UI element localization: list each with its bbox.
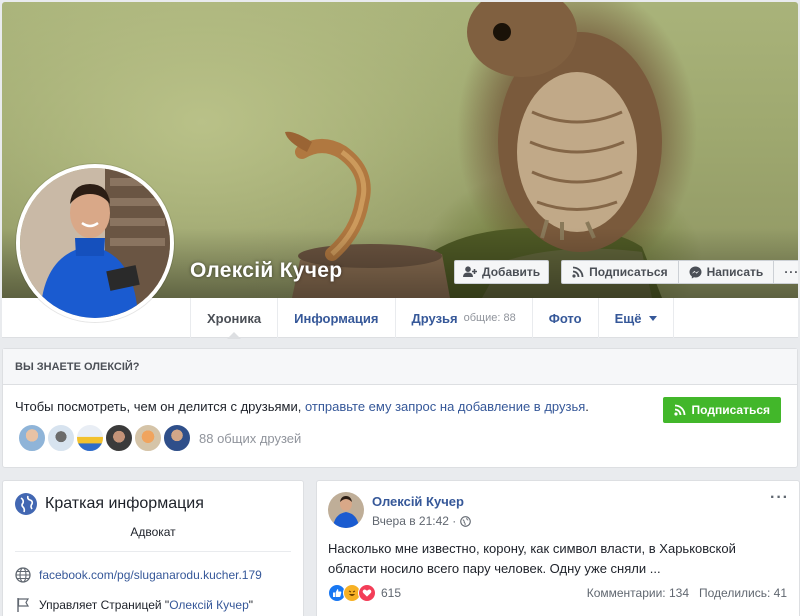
tab-timeline[interactable]: Хроника bbox=[191, 298, 279, 339]
mutual-friend-avatar[interactable] bbox=[17, 423, 47, 453]
tab-about-label: Информация bbox=[294, 310, 379, 326]
mutual-friend-avatar[interactable] bbox=[133, 423, 163, 453]
globe-icon bbox=[15, 493, 37, 515]
add-friend-button[interactable]: Добавить bbox=[454, 260, 550, 284]
follow-green-label: Подписаться bbox=[691, 403, 770, 417]
rss-icon bbox=[673, 404, 685, 416]
post-avatar-image bbox=[328, 492, 364, 528]
cover-actions: Добавить Подписаться Написать ··· bbox=[454, 260, 798, 284]
intro-manages-row: Управляет Страницей "Олексій Кучер" bbox=[15, 597, 253, 613]
intro-managed-page-link[interactable]: Олексій Кучер bbox=[169, 598, 249, 612]
tab-photos-label: Фото bbox=[548, 310, 582, 326]
more-options-label: ··· bbox=[784, 265, 798, 279]
do-you-know-text-prefix: Чтобы посмотреть, чем он делится с друзь… bbox=[15, 399, 302, 414]
post-card: Олексій Кучер Вчера в 21:42 · ··· Наскол… bbox=[316, 480, 800, 616]
tab-friends-count: общие: 88 bbox=[463, 312, 516, 324]
do-you-know-text-suffix: . bbox=[585, 399, 589, 414]
intro-manages-prefix: Управляет Страницей " bbox=[39, 598, 170, 612]
tab-about[interactable]: Информация bbox=[278, 298, 396, 338]
intro-divider bbox=[15, 551, 291, 552]
rss-icon bbox=[572, 266, 584, 278]
tab-timeline-label: Хроника bbox=[207, 310, 262, 326]
cover-button-group: Подписаться Написать ··· bbox=[561, 260, 798, 284]
profile-name[interactable]: Олексій Кучер bbox=[190, 259, 342, 283]
intro-header: Краткая информация bbox=[15, 493, 204, 515]
tab-more[interactable]: Ещё bbox=[599, 298, 675, 338]
post-stats-row: 615 Комментарии: 134 Поделились: 41 bbox=[328, 584, 787, 602]
mutual-friend-avatar[interactable] bbox=[162, 423, 192, 453]
profile-tabs: Хроника Информация Друзья общие: 88 Фото… bbox=[190, 298, 675, 339]
follow-label: Подписаться bbox=[589, 265, 668, 279]
comments-count[interactable]: Комментарии: 134 bbox=[587, 586, 689, 600]
reactions-summary[interactable]: 615 bbox=[328, 584, 401, 602]
mutual-friends-count[interactable]: 88 общих друзей bbox=[199, 431, 301, 446]
do-you-know-card: ВЫ ЗНАЕТЕ ОЛЕКСІЙ? Чтобы посмотреть, чем… bbox=[2, 348, 798, 468]
message-label: Написать bbox=[706, 265, 764, 279]
globe-icon bbox=[15, 567, 31, 583]
more-options-button[interactable]: ··· bbox=[774, 260, 798, 284]
do-you-know-header: ВЫ ЗНАЕТЕ ОЛЕКСІЙ? bbox=[3, 349, 797, 385]
message-button[interactable]: Написать bbox=[678, 260, 775, 284]
intro-website-link[interactable]: facebook.com/pg/sluganarodu.kucher.179 bbox=[39, 568, 262, 582]
intro-manages-suffix: " bbox=[248, 598, 254, 612]
shares-count[interactable]: Поделились: 41 bbox=[699, 586, 787, 600]
send-friend-request-link[interactable]: отправьте ему запрос на добавление в дру… bbox=[305, 399, 585, 414]
post-engagement: Комментарии: 134 Поделились: 41 bbox=[587, 586, 787, 600]
intro-website-row: facebook.com/pg/sluganarodu.kucher.179 bbox=[15, 567, 262, 583]
post-text: Насколько мне известно, корону, как симв… bbox=[328, 541, 736, 576]
add-friend-icon bbox=[463, 266, 477, 277]
mutual-friend-avatar[interactable] bbox=[46, 423, 76, 453]
profile-avatar-image bbox=[20, 168, 170, 318]
mutual-friend-avatar[interactable] bbox=[75, 423, 105, 453]
chevron-down-icon bbox=[649, 315, 658, 321]
post-timestamp-row: Вчера в 21:42 · bbox=[372, 514, 472, 528]
reactions-count: 615 bbox=[381, 586, 402, 600]
flag-icon bbox=[17, 598, 30, 612]
post-timestamp[interactable]: Вчера в 21:42 · bbox=[372, 514, 456, 528]
tab-friends[interactable]: Друзья общие: 88 bbox=[396, 298, 533, 338]
mutual-friend-avatar[interactable] bbox=[104, 423, 134, 453]
tab-friends-label: Друзья bbox=[411, 310, 458, 326]
messenger-icon bbox=[689, 266, 702, 278]
follow-green-button[interactable]: Подписаться bbox=[662, 397, 781, 423]
post-options-button[interactable]: ··· bbox=[770, 489, 789, 507]
tab-photos[interactable]: Фото bbox=[533, 298, 599, 338]
post-author-avatar[interactable] bbox=[328, 492, 364, 528]
intro-title: Краткая информация bbox=[45, 495, 204, 512]
public-globe-icon bbox=[460, 515, 472, 527]
mutual-friends-row: 88 общих друзей bbox=[17, 423, 301, 453]
intro-card: Краткая информация Адвокат facebook.com/… bbox=[2, 480, 304, 616]
love-reaction-icon bbox=[358, 584, 376, 602]
intro-manages-text: Управляет Страницей "Олексій Кучер" bbox=[39, 598, 253, 612]
do-you-know-text: Чтобы посмотреть, чем он делится с друзь… bbox=[15, 399, 589, 414]
intro-bio: Адвокат bbox=[130, 525, 176, 539]
post-author-name[interactable]: Олексій Кучер bbox=[372, 494, 464, 509]
tab-more-label: Ещё bbox=[614, 310, 642, 326]
add-friend-label: Добавить bbox=[482, 265, 541, 279]
follow-button[interactable]: Подписаться bbox=[561, 260, 679, 284]
profile-picture[interactable] bbox=[16, 164, 174, 322]
